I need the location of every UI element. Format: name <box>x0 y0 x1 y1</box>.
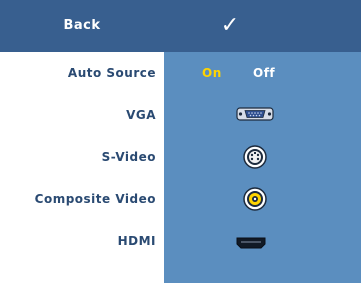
auto-source-on-option[interactable]: On <box>202 66 222 80</box>
values-column: On Off <box>164 52 361 283</box>
hdmi-port-icon[interactable] <box>236 234 266 253</box>
vga-port-icon[interactable] <box>236 106 274 126</box>
back-button[interactable]: Back <box>0 0 164 52</box>
labels-column: Auto Source VGA S-Video Composite Video … <box>0 52 164 283</box>
checkmark-icon[interactable]: ✓ <box>200 10 260 42</box>
composite-video-port-icon[interactable] <box>243 187 267 215</box>
hdmi-label[interactable]: HDMI <box>0 234 164 248</box>
svideo-port-icon[interactable] <box>243 145 267 173</box>
vga-label[interactable]: VGA <box>0 108 164 122</box>
auto-source-label[interactable]: Auto Source <box>0 66 164 80</box>
auto-source-off-option[interactable]: Off <box>253 66 275 80</box>
menu-header: Back ✓ <box>0 0 361 52</box>
svideo-label[interactable]: S-Video <box>0 150 164 164</box>
composite-video-label[interactable]: Composite Video <box>0 192 164 206</box>
